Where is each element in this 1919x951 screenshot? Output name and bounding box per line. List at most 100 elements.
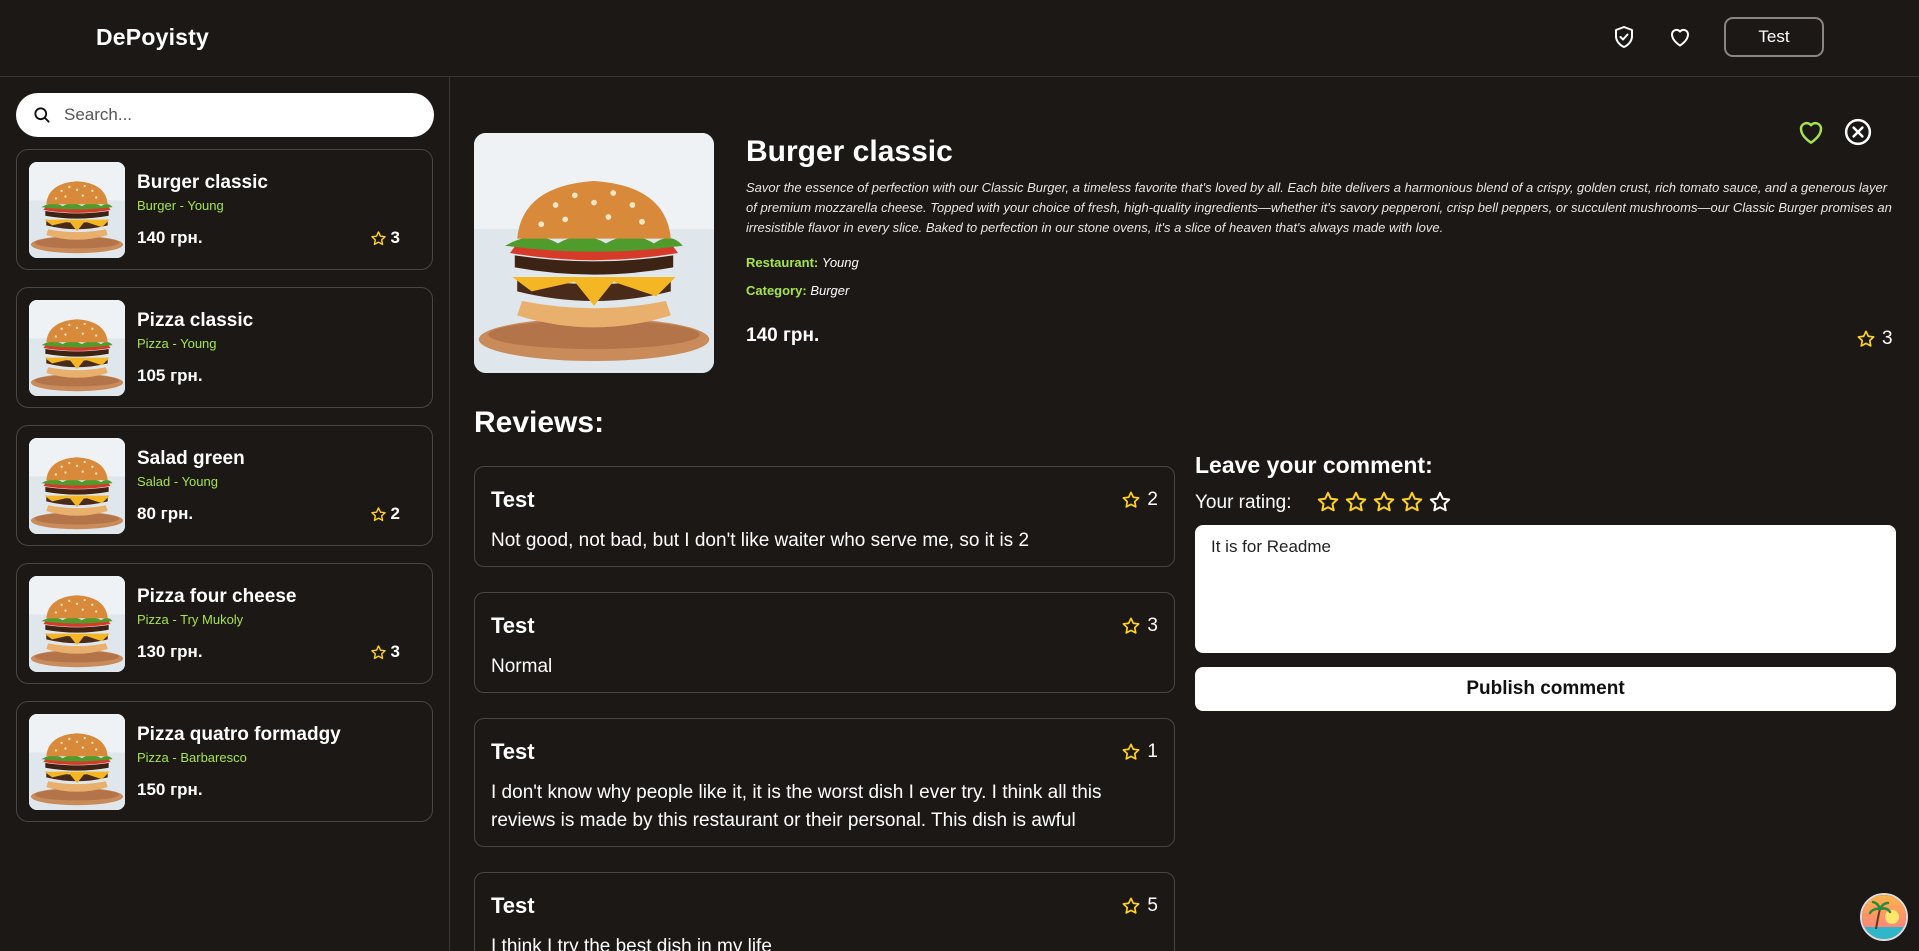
review-rating-value: 3: [1147, 615, 1158, 636]
star-icon: [1122, 897, 1140, 914]
dish-rating: 2: [370, 504, 400, 524]
review-rating-value: 1: [1147, 741, 1158, 762]
review-text: Not good, not bad, but I don't like wait…: [491, 530, 1030, 551]
review-author: Test: [491, 893, 535, 918]
rating-label: Your rating:: [1195, 492, 1292, 513]
category-value[interactable]: Burger: [810, 283, 849, 298]
favorite-heart-icon[interactable]: [1796, 117, 1826, 147]
dish-rating: 3: [370, 642, 400, 662]
dish-price: 105 грн.: [137, 366, 203, 385]
shield-check-icon[interactable]: [1611, 24, 1637, 50]
dish-price: 130 грн.: [137, 642, 203, 661]
star-icon: [1122, 491, 1140, 508]
dish-name: Burger classic: [137, 172, 268, 193]
comment-textarea[interactable]: [1195, 525, 1896, 653]
dish-detail-category: Category: Burger: [746, 283, 849, 298]
review-card: Test 2 Not good, not bad, but I don't li…: [474, 466, 1175, 567]
dish-subtitle: Pizza - Barbaresco: [137, 750, 247, 765]
review-card: Test 1 I don't know why people like it, …: [474, 718, 1175, 847]
star-icon: [1857, 330, 1875, 347]
review-rating-value: 5: [1147, 895, 1158, 916]
star-icon: [1122, 743, 1140, 760]
star-icon: [1345, 491, 1367, 512]
star-icon: [1317, 491, 1339, 512]
rating-star-3[interactable]: [1372, 490, 1396, 519]
dish-detail-description: Savor the essence of perfection with our…: [746, 180, 1892, 235]
search-bar[interactable]: [16, 93, 434, 137]
dish-rating-value: 2: [390, 504, 400, 523]
dish-card[interactable]: Burger classic Burger - Young 140 грн. 3: [16, 149, 433, 270]
dish-name: Pizza classic: [137, 310, 254, 331]
review-rating-value: 2: [1147, 489, 1158, 510]
publish-comment-button[interactable]: Publish comment: [1195, 667, 1896, 711]
star-icon: [370, 230, 386, 245]
dish-price: 80 грн.: [137, 504, 194, 523]
top-header: DePoyisty Test: [0, 0, 1919, 77]
burger-image: [29, 438, 125, 534]
review-rating: 2: [1121, 489, 1158, 511]
dish-card[interactable]: Pizza four cheese Pizza - Try Mukoly 130…: [16, 563, 433, 684]
burger-image: [29, 300, 125, 396]
star-icon: [1373, 491, 1395, 512]
restaurant-label: Restaurant:: [746, 255, 819, 270]
burger-image: [29, 714, 125, 810]
dish-name: Salad green: [137, 448, 245, 469]
dish-detail-restaurant: Restaurant: Young: [746, 255, 859, 270]
search-input[interactable]: [64, 105, 404, 125]
search-icon: [34, 107, 50, 123]
user-account-button[interactable]: Test: [1724, 17, 1824, 57]
star-icon: [370, 506, 386, 521]
dish-rating-value: 3: [390, 642, 400, 661]
review-rating: 1: [1121, 741, 1158, 763]
dish-detail-rating-value: 3: [1882, 328, 1893, 349]
review-text: Normal: [491, 656, 553, 677]
dish-subtitle: Pizza - Try Mukoly: [137, 612, 244, 627]
burger-image: [474, 133, 714, 373]
dish-detail-image: [474, 133, 714, 373]
restaurant-value[interactable]: Young: [822, 255, 859, 270]
star-icon: [1429, 491, 1451, 512]
rating-star-2[interactable]: [1344, 490, 1368, 519]
review-rating: 5: [1121, 895, 1158, 917]
comment-form-title: Leave your comment:: [1195, 452, 1433, 478]
dish-thumbnail: [29, 714, 125, 810]
review-card: Test 5 I think I try the best dish in my…: [474, 872, 1175, 951]
burger-image: [29, 576, 125, 672]
dish-card[interactable]: Salad green Salad - Young 80 грн. 2: [16, 425, 433, 546]
dish-price: 140 грн.: [137, 228, 203, 247]
dish-detail-price: 140 грн.: [746, 325, 820, 346]
star-icon: [1122, 617, 1140, 634]
category-label: Category:: [746, 283, 807, 298]
dish-name: Pizza four cheese: [137, 586, 297, 607]
reviews-heading: Reviews:: [474, 406, 605, 439]
dish-subtitle: Pizza - Young: [137, 336, 217, 351]
dish-thumbnail: [29, 576, 125, 672]
close-circle-icon[interactable]: [1843, 117, 1873, 147]
heart-icon[interactable]: [1667, 24, 1693, 50]
rating-star-4[interactable]: [1400, 490, 1424, 519]
dish-price: 150 грн.: [137, 780, 203, 799]
review-author: Test: [491, 613, 535, 638]
assistant-avatar[interactable]: [1860, 893, 1908, 941]
dish-subtitle: Salad - Young: [137, 474, 218, 489]
dish-card[interactable]: Pizza classic Pizza - Young 105 грн.: [16, 287, 433, 408]
dish-detail-rating: 3: [1856, 328, 1893, 350]
star-icon: [1401, 491, 1423, 512]
review-author: Test: [491, 487, 535, 512]
rating-star-1[interactable]: [1316, 490, 1340, 519]
dish-thumbnail: [29, 438, 125, 534]
review-card: Test 3 Normal: [474, 592, 1175, 693]
dish-rating-value: 3: [390, 228, 400, 247]
review-author: Test: [491, 739, 535, 764]
review-text: I don't know why people like it, it is t…: [491, 782, 1102, 831]
brand-logo[interactable]: DePoyisty: [96, 24, 209, 51]
dish-thumbnail: [29, 300, 125, 396]
burger-image: [29, 162, 125, 258]
rating-star-picker[interactable]: [1316, 490, 1452, 519]
review-rating: 3: [1121, 615, 1158, 637]
dish-detail-title: Burger classic: [746, 135, 953, 168]
dish-subtitle: Burger - Young: [137, 198, 224, 213]
dish-name: Pizza quatro formadgy: [137, 724, 341, 745]
dish-card[interactable]: Pizza quatro formadgy Pizza - Barbaresco…: [16, 701, 433, 822]
rating-star-5[interactable]: [1428, 490, 1452, 519]
